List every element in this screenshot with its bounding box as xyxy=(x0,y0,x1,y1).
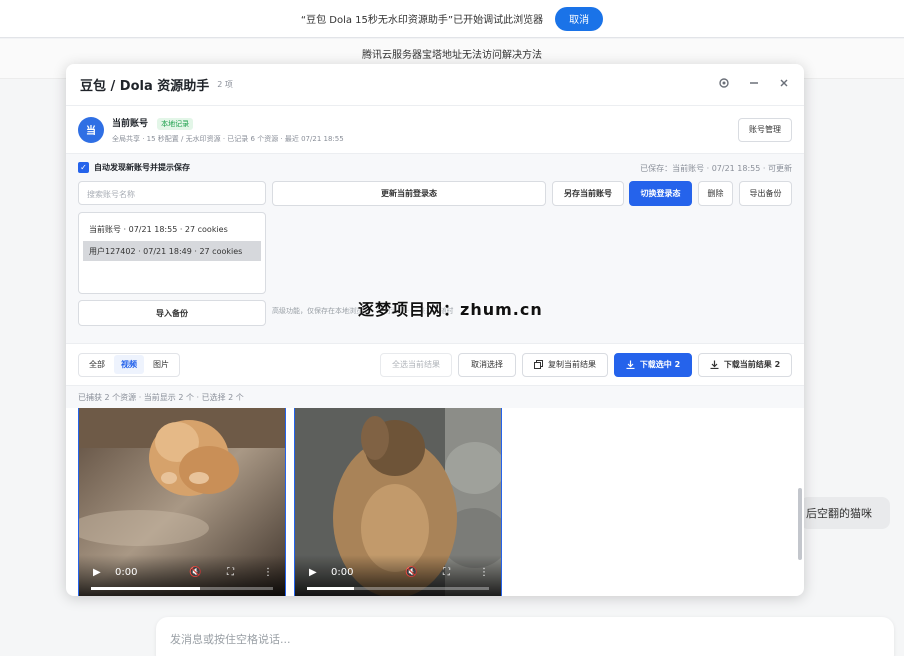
export-backup-button[interactable]: 导出备份 xyxy=(739,181,792,206)
video-progress-bar[interactable] xyxy=(91,587,273,590)
download-results-label: 下载当前结果 2 xyxy=(723,360,781,369)
save-as-account-button[interactable]: 另存当前账号 xyxy=(552,181,624,206)
capture-status: 已捕获 2 个资源 · 当前显示 2 个 · 已选择 2 个 xyxy=(66,386,804,408)
delete-button[interactable]: 删除 xyxy=(698,181,733,206)
debug-notification-bar: “豆包 Dola 15秒无水印资源助手”已开始调试此浏览器 取消 xyxy=(0,0,904,38)
fullscreen-icon[interactable]: ⛶ xyxy=(227,567,234,578)
background-chat-bubble: 后空翻的猫咪 xyxy=(800,497,890,529)
import-backup-button[interactable]: 导入备份 xyxy=(78,300,266,326)
video-time: 0:00 xyxy=(115,567,138,578)
filter-toolbar: 全部 视频 图片 全选当前结果 取消选择 复制当前结果 下载选中 2 下载当前结… xyxy=(66,344,804,386)
debug-message: “豆包 Dola 15秒无水印资源助手”已开始调试此浏览器 xyxy=(300,15,544,26)
download-selected-button[interactable]: 下载选中 2 xyxy=(614,352,692,377)
copy-icon xyxy=(534,360,543,369)
video-card[interactable]: ▶ 0:00 🔇 ⛶ ⋮ xyxy=(78,408,286,596)
account-summary: 当 当前账号 本地记录 全局共享 · 15 秒配置 / 无水印资源 · 已记录 … xyxy=(66,106,804,154)
account-name: 当前账号 xyxy=(112,118,149,129)
panel-header: 豆包 / Dola 资源助手 2 项 xyxy=(66,64,804,106)
gear-icon[interactable] xyxy=(718,77,730,92)
avatar: 当 xyxy=(78,116,104,143)
mute-icon[interactable]: 🔇 xyxy=(189,567,201,578)
local-record-badge: 本地记录 xyxy=(157,117,194,130)
select-all-button[interactable]: 全选当前结果 xyxy=(380,352,452,377)
item-count: 2 项 xyxy=(217,80,233,89)
download-icon xyxy=(626,360,635,369)
account-search-input[interactable]: 搜索账号名称 xyxy=(78,181,266,205)
watermark-text: 逐梦项目网：zhum.cn xyxy=(358,300,543,319)
download-selected-label: 下载选中 2 xyxy=(639,360,681,369)
download-results-button[interactable]: 下载当前结果 2 xyxy=(698,352,792,377)
saved-account-list: 当前账号 · 07/21 18:55 · 27 cookies 用户127402… xyxy=(78,212,266,294)
video-progress-bar[interactable] xyxy=(307,587,489,590)
tab-video[interactable]: 视频 xyxy=(114,355,144,374)
copy-results-label: 复制当前结果 xyxy=(548,360,596,369)
auto-detect-label: 自动发现新账号并提示保存 xyxy=(94,163,190,172)
checkbox-checked-icon[interactable]: ✓ xyxy=(78,162,89,173)
account-meta: 全局共享 · 15 秒配置 / 无水印资源 · 已记录 6 个资源 · 最近 0… xyxy=(112,134,344,143)
video-controls: ▶ 0:00 🔇 ⛶ ⋮ xyxy=(79,555,285,596)
tab-image[interactable]: 图片 xyxy=(146,355,176,374)
copy-results-button[interactable]: 复制当前结果 xyxy=(522,352,608,377)
video-card[interactable]: ▶ 0:00 🔇 ⛶ ⋮ xyxy=(294,408,502,596)
saved-status: 已保存：当前账号 · 07/21 18:55 · 可更新 xyxy=(640,164,792,173)
debug-cancel-button[interactable]: 取消 xyxy=(555,6,604,31)
mute-icon[interactable]: 🔇 xyxy=(405,567,417,578)
scrollbar[interactable] xyxy=(798,488,802,560)
chat-message-input[interactable]: 发消息或按住空格说话... xyxy=(156,617,894,656)
play-icon[interactable]: ▶ xyxy=(309,567,317,578)
play-icon[interactable]: ▶ xyxy=(93,567,101,578)
type-filter: 全部 视频 图片 xyxy=(78,352,180,377)
list-item[interactable]: 用户127402 · 07/21 18:49 · 27 cookies xyxy=(83,241,261,261)
video-controls: ▶ 0:00 🔇 ⛶ ⋮ xyxy=(295,555,501,596)
account-manage-button[interactable]: 账号管理 xyxy=(738,117,792,142)
minimize-icon[interactable] xyxy=(748,77,760,92)
list-item[interactable]: 当前账号 · 07/21 18:55 · 27 cookies xyxy=(83,219,261,239)
more-options-icon[interactable]: ⋮ xyxy=(479,567,489,578)
tab-all[interactable]: 全部 xyxy=(82,355,112,374)
resource-grid: ▶ 0:00 🔇 ⛶ ⋮ ▶ 0:00 🔇 ⛶ ⋮ xyxy=(66,408,804,596)
background-chat-title: 腾讯云服务器宝塔地址无法访问解决方法 xyxy=(362,50,542,61)
bubble-text: 后空翻的猫咪 xyxy=(806,507,872,520)
update-login-button[interactable]: 更新当前登录态 xyxy=(272,181,546,206)
panel-title: 豆包 / Dola 资源助手 xyxy=(80,79,210,94)
video-time: 0:00 xyxy=(331,567,354,578)
resource-helper-panel: 豆包 / Dola 资源助手 2 项 当 当前账号 本地记录 全局共享 · 15… xyxy=(66,64,804,596)
fullscreen-icon[interactable]: ⛶ xyxy=(443,567,450,578)
more-options-icon[interactable]: ⋮ xyxy=(263,567,273,578)
auto-detect-toggle[interactable]: ✓ 自动发现新账号并提示保存 xyxy=(78,162,190,173)
download-icon xyxy=(710,360,719,369)
close-icon[interactable] xyxy=(778,77,790,92)
deselect-button[interactable]: 取消选择 xyxy=(458,352,516,377)
switch-login-button[interactable]: 切换登录态 xyxy=(629,181,692,206)
